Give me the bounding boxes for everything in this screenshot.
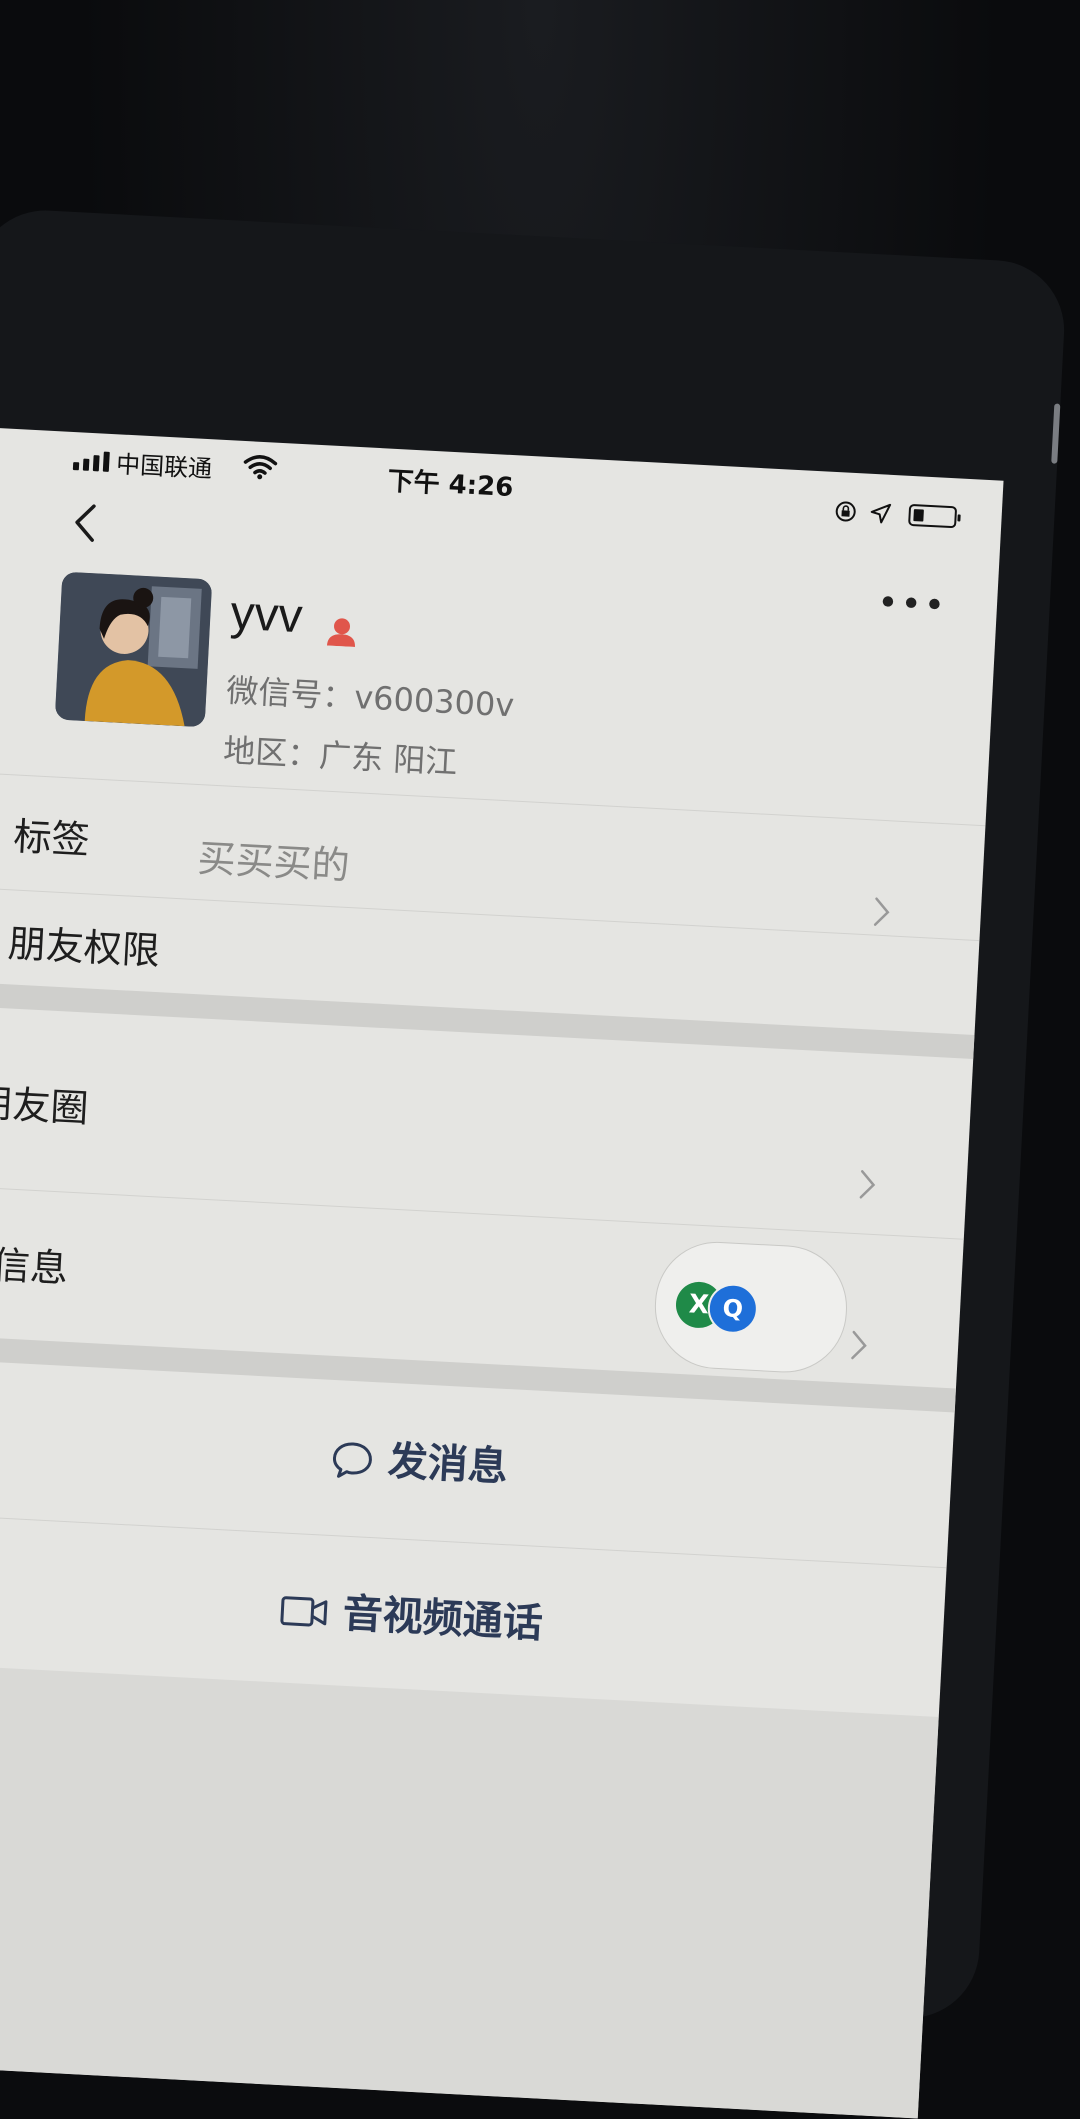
profile-name: yvv	[229, 586, 304, 644]
carrier-label: 中国联通	[115, 450, 213, 484]
avatar[interactable]	[54, 571, 213, 728]
moments-label: 朋友圈	[0, 1080, 90, 1131]
friend-permissions-label: 朋友权限	[6, 921, 161, 974]
gender-female-icon	[326, 618, 355, 648]
bottom-area	[0, 1661, 939, 2119]
chevron-right-icon	[873, 897, 890, 926]
browser-app-icon: Q	[706, 1282, 760, 1335]
send-message-label: 发消息	[386, 1438, 509, 1491]
tags-label: 标签	[12, 814, 91, 863]
chevron-right-icon	[851, 1330, 867, 1360]
floating-window-ball[interactable]: X Q	[651, 1238, 851, 1376]
status-time: 下午 4:26	[386, 466, 515, 504]
video-camera-icon	[279, 1596, 327, 1627]
chat-bubble-icon	[332, 1442, 372, 1478]
avatar-photo	[54, 571, 213, 728]
rotation-lock-icon	[835, 501, 856, 522]
location-icon	[870, 503, 892, 524]
tags-value: 买买买的	[196, 836, 351, 889]
phone-screen: 中国联通 下午 4:26 ••• yvv 微信号：v600300v 地区：广东 …	[0, 425, 1004, 2119]
wechat-id: 微信号：v600300v	[225, 671, 516, 725]
back-icon[interactable]	[64, 497, 107, 549]
video-call-label: 音视频通话	[341, 1590, 544, 1648]
more-options-button[interactable]: •••	[876, 582, 948, 627]
signal-icon	[72, 450, 110, 472]
region-text: 地区：广东 阳江	[222, 731, 459, 782]
chevron-right-icon	[859, 1170, 876, 1199]
battery-icon	[908, 503, 958, 529]
more-info-label: 更多信息	[0, 1238, 70, 1291]
wifi-icon	[243, 455, 278, 480]
